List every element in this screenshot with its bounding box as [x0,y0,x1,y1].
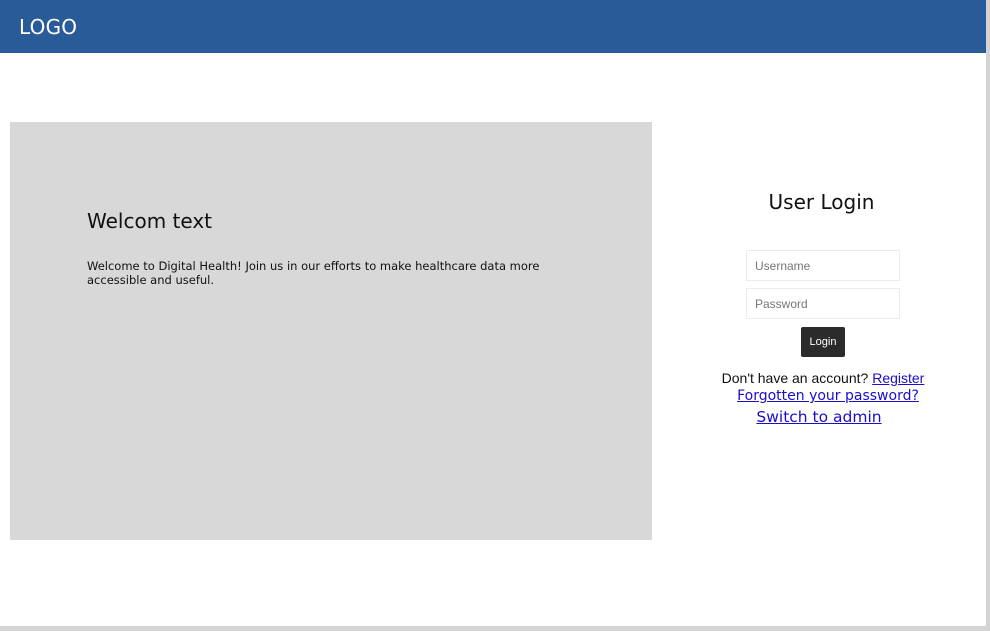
switch-admin-line: Switch to admin [660,408,978,426]
password-input[interactable] [746,288,900,319]
forgot-password-line: Forgotten your password? [660,388,990,404]
forgot-password-link[interactable]: Forgotten your password? [737,388,919,404]
register-link[interactable]: Register [872,370,924,386]
welcome-text: Welcome to Digital Health! Join us in ou… [87,259,540,287]
username-input[interactable] [746,250,900,281]
login-panel: User Login Login Don't have an account? … [660,122,986,540]
register-prompt: Don't have an account? [721,370,873,386]
page: LOGO Welcom text Welcome to Digital Heal… [0,0,990,631]
login-button[interactable]: Login [801,327,845,357]
welcome-panel: Welcom text Welcome to Digital Health! J… [10,122,652,540]
logo[interactable]: LOGO [19,15,77,39]
login-title: User Login [768,190,875,214]
welcome-title: Welcom text [87,209,213,233]
header-bar: LOGO [0,0,986,53]
register-line: Don't have an account? Register [660,370,986,386]
switch-to-admin-link[interactable]: Switch to admin [756,408,881,426]
